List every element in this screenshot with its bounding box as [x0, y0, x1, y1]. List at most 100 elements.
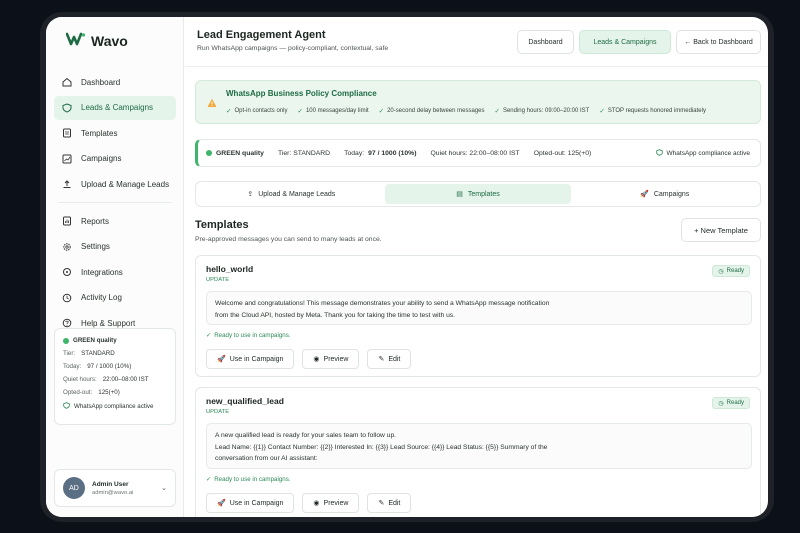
- sidebar-item-campaigns[interactable]: Campaigns: [54, 147, 176, 171]
- status-badge-label: Ready: [726, 400, 744, 406]
- quiet-value: 22:00–08:00 IST: [102, 376, 149, 383]
- back-to-dashboard-button[interactable]: ← Back to Dashboard: [676, 30, 761, 54]
- warning-icon: [207, 95, 217, 107]
- template-body-line: A new qualified lead is ready for your s…: [215, 432, 397, 439]
- shield-check-icon: [63, 402, 70, 411]
- status-badge-label: Ready: [726, 268, 744, 274]
- use-in-campaign-button[interactable]: 🚀 Use in Campaign: [206, 493, 295, 513]
- tab-label: Templates: [467, 190, 500, 198]
- leads-campaigns-button[interactable]: Leads & Campaigns: [579, 30, 671, 54]
- opted-value: 125(+0): [98, 389, 120, 396]
- user-menu[interactable]: AD Admin User admin@wavo.ai ⌄: [54, 469, 176, 507]
- status-bar: GREEN quality Tier: STANDARD Today: 97 / …: [195, 139, 761, 167]
- sidebar-item-label: Integrations: [81, 267, 123, 277]
- compliance-row: WhatsApp compliance active: [63, 402, 167, 411]
- compliance-label: WhatsApp compliance active: [74, 403, 154, 410]
- chevron-down-icon: ⌄: [161, 485, 167, 492]
- ready-label: Ready to use in campaigns.: [214, 476, 291, 483]
- sidebar-item-label: Reports: [81, 216, 110, 226]
- rocket-icon: 🚀: [217, 500, 226, 507]
- new-template-button[interactable]: + New Template: [681, 218, 761, 242]
- eye-icon: ◉: [313, 356, 320, 363]
- sidebar-item-label: Upload & Manage Leads: [81, 179, 170, 189]
- eye-icon: ◉: [313, 500, 320, 507]
- app-name: Wavo: [91, 33, 128, 49]
- clock-icon: ◷: [718, 268, 724, 275]
- template-body: Welcome and congratulations! This messag…: [206, 291, 752, 325]
- quiet-hours-text: Quiet hours: 22:00–08:00 IST: [430, 149, 520, 157]
- policy-items: ✓ Opt-in contacts only ✓ 100 messages/day …: [226, 107, 716, 115]
- template-body-line: Lead Name: {{1}} Contact Number: {{2}} I…: [215, 443, 548, 451]
- dashboard-button[interactable]: Dashboard: [517, 30, 574, 54]
- clock-icon: [62, 293, 72, 303]
- button-label: Edit: [388, 355, 401, 363]
- template-card: new_qualified_lead UPDATE ◷ Ready A new q…: [195, 387, 761, 517]
- app-window: Wavo Dashboard Leads & Campaigns Templat…: [46, 17, 768, 517]
- sidebar-item-label: Templates: [81, 128, 118, 138]
- tab-templates[interactable]: ▤ Templates: [384, 184, 572, 204]
- sidebar-item-label: Leads & Campaigns: [81, 103, 154, 112]
- sidebar-item-label: Settings: [81, 242, 110, 251]
- check-icon: ✓: [206, 476, 212, 483]
- logo[interactable]: Wavo: [65, 32, 128, 50]
- tab-upload-leads[interactable]: ⇪ Upload & Manage Leads: [198, 184, 385, 204]
- tab-bar: ⇪ Upload & Manage Leads ▤ Templates 🚀 Campa…: [195, 181, 761, 207]
- policy-item-text: 20-second delay between messages: [387, 108, 485, 114]
- ready-text: ✓ Ready to use in campaigns.: [206, 332, 291, 339]
- opted-label: Opted-out:: [63, 389, 93, 396]
- today-value: 97 / 1000 (10%): [368, 149, 417, 157]
- clock-icon: ◷: [718, 400, 724, 407]
- template-name: new_qualified_lead: [206, 396, 284, 406]
- user-name: Admin User: [92, 480, 129, 488]
- report-icon: [62, 216, 72, 226]
- help-icon: [62, 318, 72, 328]
- quality-card: GREEN quality Tier: STANDARD Today: 97 / 1…: [54, 328, 176, 425]
- status-badge: ◷ Ready: [712, 397, 750, 409]
- rocket-icon: 🚀: [217, 356, 226, 363]
- sidebar-item-label: Activity Log: [81, 293, 122, 302]
- upload-icon: [62, 179, 72, 189]
- sidebar-item-activity-log[interactable]: Activity Log: [54, 286, 176, 310]
- tab-campaigns[interactable]: 🚀 Campaigns: [571, 184, 758, 204]
- logo-mark: [65, 32, 86, 50]
- button-label: Preview: [323, 499, 349, 507]
- sidebar-nav-primary: Dashboard Leads & Campaigns Templates Ca…: [54, 70, 176, 337]
- template-name: hello_world: [206, 264, 254, 274]
- policy-item-text: 100 messages/day limit: [305, 108, 369, 114]
- section-title: Templates: [195, 219, 249, 231]
- check-icon: ✓: [599, 108, 605, 115]
- preview-button[interactable]: ◉ Preview: [302, 493, 360, 513]
- tab-label: Campaigns: [653, 190, 690, 198]
- divider: [58, 202, 172, 203]
- sidebar-item-dashboard[interactable]: Dashboard: [54, 70, 176, 94]
- ready-label: Ready to use in campaigns.: [214, 332, 291, 339]
- home-icon: [62, 77, 72, 87]
- edit-button[interactable]: ✎ Edit: [367, 493, 412, 513]
- today-label: Today:: [63, 363, 82, 370]
- today-indicator: Today: 97 / 1000 (10%): [344, 150, 416, 157]
- section-subtitle: Pre-approved messages you can send to ma…: [195, 236, 382, 243]
- opted-out-text: Opted-out: 125(+0): [533, 149, 592, 157]
- sidebar-item-leads-campaigns[interactable]: Leads & Campaigns: [54, 95, 176, 120]
- sidebar-item-upload-leads[interactable]: Upload & Manage Leads: [54, 172, 176, 196]
- avatar: AD: [63, 477, 85, 499]
- preview-button[interactable]: ◉ Preview: [302, 349, 360, 369]
- sidebar-item-integrations[interactable]: Integrations: [54, 260, 176, 284]
- quality-text: GREEN quality: [216, 149, 264, 157]
- shield-check-icon: [655, 148, 663, 158]
- main-area: Lead Engagement Agent Run WhatsApp campa…: [185, 17, 768, 517]
- use-in-campaign-button[interactable]: 🚀 Use in Campaign: [206, 349, 295, 369]
- status-badge: ◷ Ready: [712, 265, 750, 277]
- edit-button[interactable]: ✎ Edit: [367, 349, 412, 369]
- pencil-icon: ✎: [378, 500, 385, 507]
- pencil-icon: ✎: [378, 356, 385, 363]
- button-label: Use in Campaign: [229, 355, 284, 363]
- policy-item: ✓ Opt-in contacts only: [226, 107, 287, 115]
- header: Lead Engagement Agent Run WhatsApp campa…: [185, 17, 768, 67]
- policy-item-text: STOP requests honored immediately: [607, 108, 706, 114]
- sidebar-item-templates[interactable]: Templates: [54, 121, 176, 145]
- sidebar-item-reports[interactable]: Reports: [54, 209, 176, 233]
- status-dot: [63, 337, 69, 344]
- tier-text: Tier: STANDARD: [277, 149, 331, 157]
- sidebar-item-settings[interactable]: Settings: [54, 235, 176, 259]
